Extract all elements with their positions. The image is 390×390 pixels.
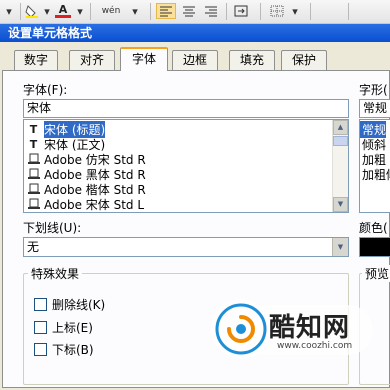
font-style-list[interactable]: 常规 倾斜 加粗 加粗倾 — [359, 119, 390, 213]
fill-color-dropdown-icon[interactable]: ▾ — [42, 3, 52, 19]
scroll-down-icon[interactable]: ▼ — [333, 197, 348, 212]
strikethrough-checkbox[interactable] — [34, 298, 47, 311]
font-label: 字体(F): — [23, 83, 68, 97]
subscript-checkbox[interactable] — [34, 343, 47, 356]
truetype-icon: T — [29, 138, 38, 151]
font-list-item[interactable]: Adobe 宋体 Std L — [24, 197, 348, 212]
toolbar-separator — [348, 3, 349, 20]
underline-label: 下划线(U): — [23, 221, 82, 235]
strikethrough-option[interactable]: 删除线(K) — [34, 296, 105, 313]
superscript-option[interactable]: 上标(E) — [34, 319, 93, 336]
align-right-icon[interactable] — [202, 3, 220, 19]
font-input[interactable]: 宋体 — [23, 99, 349, 118]
tab-font[interactable]: 字体 — [120, 47, 168, 71]
watermark-name: 酷知网 — [269, 313, 351, 343]
align-center-icon[interactable] — [180, 3, 198, 19]
opentype-icon — [27, 183, 40, 196]
align-left-icon[interactable] — [156, 3, 176, 19]
font-color-icon[interactable]: A — [55, 3, 71, 18]
borders-dropdown-icon[interactable]: ▾ — [290, 3, 300, 19]
opentype-icon — [27, 168, 40, 181]
font-style-item[interactable]: 加粗倾 — [360, 167, 390, 182]
chevron-down-icon[interactable]: ▼ — [332, 238, 348, 256]
merge-cells-icon[interactable] — [232, 3, 250, 19]
toolbar-separator — [226, 3, 227, 20]
tab-fill[interactable]: 填充 — [229, 50, 275, 70]
font-style-input[interactable]: 常规 — [359, 99, 390, 118]
font-list[interactable]: T 宋体 (标题) T 宋体 (正文) Adobe 仿宋 Std R Adobe… — [23, 119, 349, 213]
toolbar-separator — [20, 3, 21, 20]
font-color-dropdown-icon[interactable]: ▾ — [75, 3, 85, 19]
preview-label: 预览 — [362, 265, 390, 282]
dropdown-arrow-icon[interactable]: ▾ — [2, 3, 16, 19]
font-style-label: 字形( — [359, 83, 388, 97]
color-label: 颜色( — [359, 221, 388, 235]
excel-toolbar: ▾ ▾ A ▾ wén ▾ ▾ — [0, 0, 390, 24]
font-list-item[interactable]: T 宋体 (标题) — [24, 121, 348, 138]
font-list-item[interactable]: Adobe 黑体 Std R — [24, 167, 348, 182]
effects-title: 特殊效果 — [28, 265, 83, 282]
toolbar-separator — [260, 3, 261, 20]
font-list-item[interactable]: T 宋体 (正文) — [24, 137, 348, 152]
borders-icon[interactable] — [268, 3, 286, 19]
coozhi-watermark: 酷知网 www.coozhi.com — [207, 295, 377, 363]
toolbar-separator — [310, 3, 311, 20]
scroll-thumb[interactable] — [333, 136, 348, 146]
tab-number[interactable]: 数字 — [14, 50, 58, 70]
truetype-icon: T — [29, 123, 38, 136]
watermark-url: www.coozhi.com — [277, 341, 353, 351]
toolbar-separator — [90, 3, 91, 20]
phonetic-guide-icon[interactable]: wén — [96, 3, 126, 19]
phonetic-dropdown-icon[interactable]: ▾ — [130, 3, 140, 19]
opentype-icon — [27, 153, 40, 166]
dialog-title: 设置单元格格式 — [0, 24, 390, 42]
font-list-item[interactable]: Adobe 仿宋 Std R — [24, 152, 348, 167]
underline-select[interactable]: 无 ▼ — [23, 237, 349, 257]
opentype-icon — [27, 198, 40, 211]
font-style-item[interactable]: 加粗 — [360, 152, 390, 167]
color-picker[interactable] — [359, 237, 390, 257]
font-list-scrollbar[interactable]: ▲ ▼ — [332, 120, 348, 212]
underline-value: 无 — [27, 240, 40, 254]
superscript-checkbox[interactable] — [34, 321, 47, 334]
tab-protection[interactable]: 保护 — [281, 50, 327, 70]
toolbar-separator — [150, 3, 151, 20]
fill-color-icon[interactable] — [24, 3, 40, 19]
font-list-item[interactable]: Adobe 楷体 Std R — [24, 182, 348, 197]
font-style-item[interactable]: 常规 — [360, 121, 390, 138]
scroll-up-icon[interactable]: ▲ — [333, 120, 348, 135]
subscript-option[interactable]: 下标(B) — [34, 341, 94, 358]
tab-border[interactable]: 边框 — [172, 50, 218, 70]
font-style-item[interactable]: 倾斜 — [360, 137, 390, 152]
tab-alignment[interactable]: 对齐 — [69, 50, 115, 70]
